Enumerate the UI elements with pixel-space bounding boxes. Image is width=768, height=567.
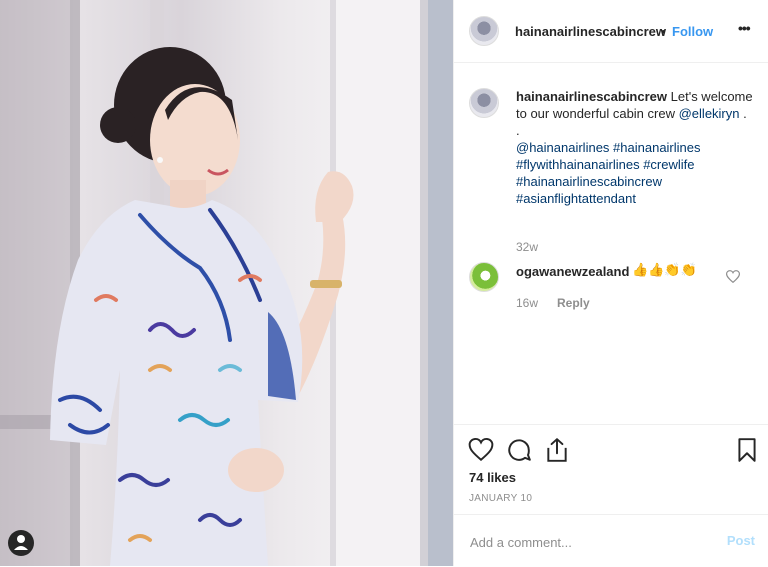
header-separator: • [661, 24, 666, 39]
caption-timestamp[interactable]: 32w [516, 240, 538, 254]
follow-button[interactable]: Follow [672, 24, 713, 39]
flight-attendant-photo [0, 0, 453, 566]
add-comment-input[interactable] [468, 529, 712, 555]
post-caption: hainanairlinescabincrew Let's welcome to… [516, 88, 756, 207]
post-header: hainanairlinescabincrew • Follow ••• [454, 0, 768, 63]
commenter-avatar[interactable] [469, 262, 499, 292]
post-side-panel: hainanairlinescabincrew • Follow ••• hai… [453, 0, 768, 566]
hashtag-link[interactable]: #asianflightattendant [516, 191, 636, 206]
header-username[interactable]: hainanairlinescabincrew [515, 24, 666, 39]
caption-dot-line: . [516, 123, 520, 138]
add-comment-bar: Post [454, 514, 768, 567]
reply-button[interactable]: Reply [557, 296, 590, 310]
like-heart-icon[interactable] [468, 437, 494, 463]
caption-avatar[interactable] [469, 88, 499, 118]
post-photo[interactable] [0, 0, 453, 566]
caption-username[interactable]: hainanairlinescabincrew [516, 89, 667, 104]
post-comment-button[interactable]: Post [727, 533, 755, 548]
hashtag-link[interactable]: @hainanairlines [516, 140, 609, 155]
comment-text: 👍👍👏👏 [632, 262, 697, 277]
comment-bubble-icon[interactable] [506, 437, 532, 463]
save-bookmark-icon[interactable] [734, 437, 760, 463]
post-date[interactable]: JANUARY 10 [469, 493, 532, 504]
caption-mention[interactable]: @ellekiryn [679, 106, 740, 121]
likes-count[interactable]: 74 likes [469, 470, 516, 485]
avatar[interactable] [469, 16, 499, 46]
share-icon[interactable] [544, 437, 570, 463]
hashtag-link[interactable]: #hainanairlines [613, 140, 700, 155]
hashtag-link[interactable]: #hainanairlinescabincrew [516, 174, 662, 189]
hashtag-link[interactable]: #crewlife [643, 157, 694, 172]
hashtag-link[interactable]: #flywithhainanairlines [516, 157, 640, 172]
caption-text-end: . [739, 106, 747, 121]
more-options-icon[interactable]: ••• [738, 20, 751, 36]
comment-timestamp[interactable]: 16w [516, 296, 538, 310]
commenter-username[interactable]: ogawanewzealand [516, 264, 629, 279]
comment-like-heart-icon[interactable] [726, 270, 740, 283]
